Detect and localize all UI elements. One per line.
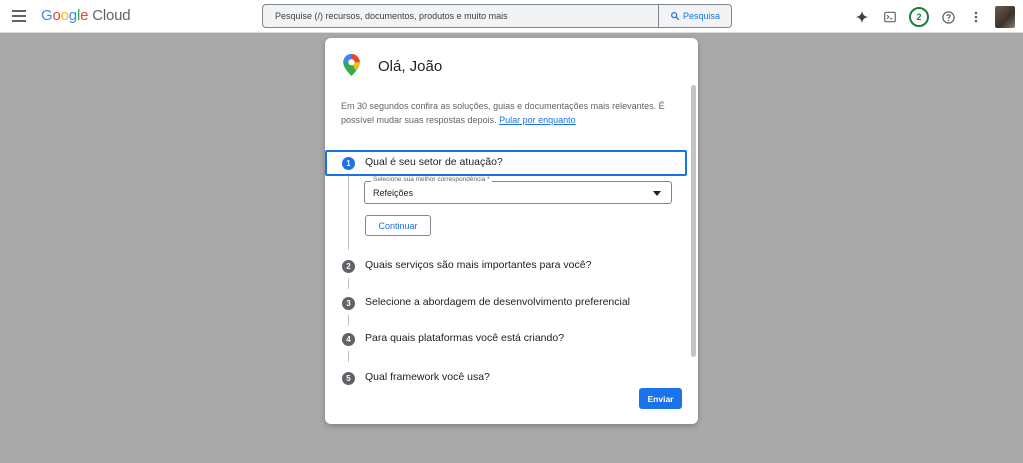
skip-link[interactable]: Pular por enquanto — [499, 115, 576, 125]
step-5-title[interactable]: Qual framework você usa? — [365, 371, 490, 383]
search-button[interactable]: Pesquisa — [658, 4, 732, 28]
dialog-greeting: Olá, João — [378, 58, 443, 75]
continue-button[interactable]: Continuar — [365, 215, 431, 236]
sector-select-value: Refeições — [373, 188, 414, 198]
step-2-number: 2 — [342, 260, 355, 273]
step-5-number: 5 — [342, 372, 355, 385]
top-bar: Google Cloud Pesquisa 2 — [0, 0, 1023, 33]
search-field[interactable] — [262, 4, 659, 28]
dialog-scrollbar[interactable] — [691, 85, 696, 357]
dialog-intro: Em 30 segundos confira as soluções, guia… — [341, 101, 665, 125]
step-3-title[interactable]: Selecione a abordagem de desenvolvimento… — [365, 296, 630, 308]
step-4-title[interactable]: Para quais plataformas você está criando… — [365, 332, 564, 344]
gemini-sparkle-icon[interactable] — [853, 8, 871, 26]
step-1-title: Qual é seu setor de atuação? — [365, 156, 503, 168]
step-connector — [348, 176, 349, 250]
help-icon[interactable] — [939, 8, 957, 26]
step-3-number: 3 — [342, 297, 355, 310]
search-icon — [671, 12, 680, 21]
step-2-title[interactable]: Quais serviços são mais importantes para… — [365, 259, 591, 271]
sector-select[interactable]: Selecione sua melhor correspondência * R… — [364, 176, 672, 204]
search-input[interactable] — [263, 5, 658, 27]
step-1-number: 1 — [342, 157, 355, 170]
step-4-number: 4 — [342, 333, 355, 346]
cloud-shell-icon[interactable] — [881, 8, 899, 26]
avatar[interactable] — [995, 6, 1015, 28]
maps-pin-icon — [343, 54, 360, 81]
sector-select-label: Selecione sua melhor correspondência * — [371, 176, 492, 183]
main-menu-icon[interactable] — [12, 8, 26, 24]
notifications-badge[interactable]: 2 — [909, 7, 929, 27]
step-connector — [348, 278, 349, 289]
more-options-icon[interactable] — [967, 8, 985, 26]
google-cloud-logo[interactable]: Google Cloud — [41, 7, 131, 24]
dropdown-caret-icon — [653, 191, 661, 196]
step-connector — [348, 351, 349, 362]
step-connector — [348, 315, 349, 326]
submit-button[interactable]: Enviar — [639, 388, 682, 409]
onboarding-dialog: Olá, João Em 30 segundos confira as solu… — [325, 38, 698, 424]
